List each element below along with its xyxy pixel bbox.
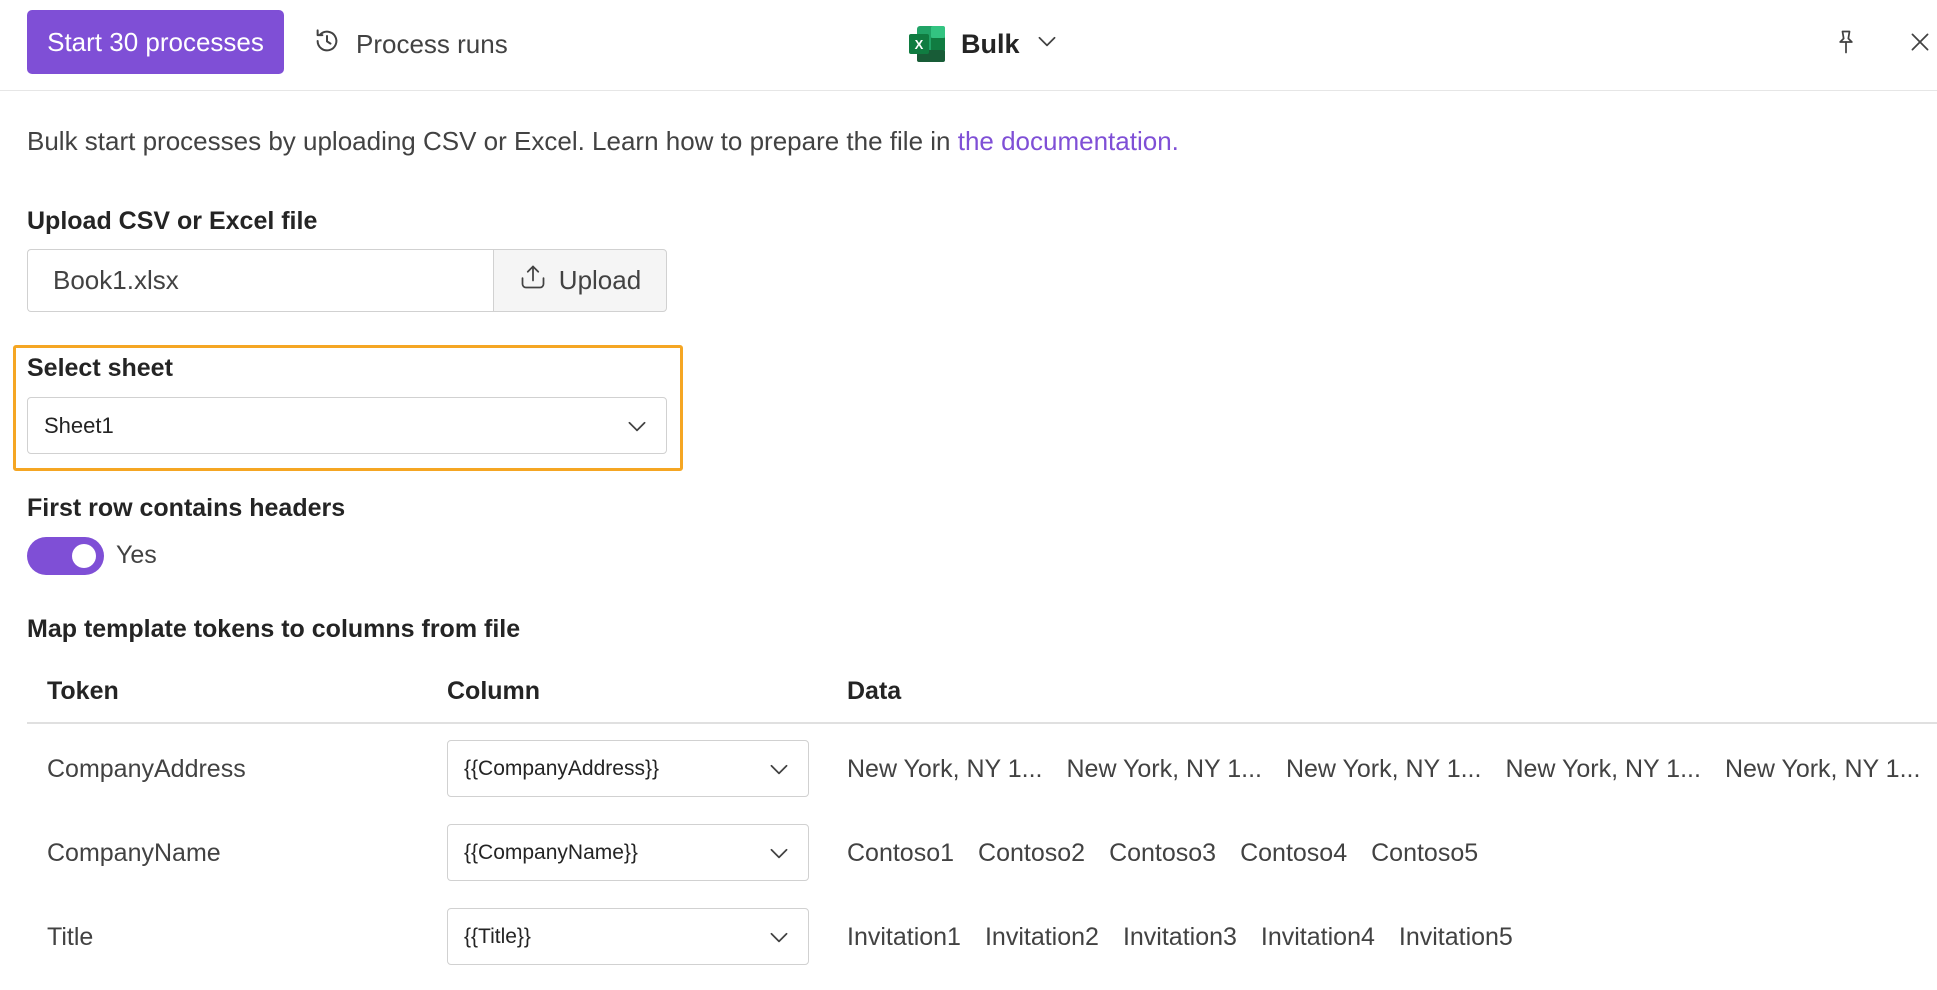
chevron-down-icon xyxy=(766,840,792,872)
token-cell: CompanyName xyxy=(47,838,221,867)
data-value: Invitation2 xyxy=(984,922,1099,951)
bulk-start-panel: Start 30 processes Process runs X Bulk B… xyxy=(0,0,1937,990)
data-value: Invitation1 xyxy=(847,922,961,951)
process-runs-link[interactable]: Process runs xyxy=(312,22,508,66)
data-value: New York, NY 1... xyxy=(1066,754,1262,783)
data-preview: Invitation1 Invitation2 Invitation3 Invi… xyxy=(847,900,1537,974)
data-value: Contoso5 xyxy=(1371,838,1479,867)
column-select-value: {{CompanyAddress}} xyxy=(464,756,659,780)
toggle-state-label: Yes xyxy=(116,541,157,569)
upload-label: Upload CSV or Excel file xyxy=(27,207,318,235)
data-value: New York, NY 1... xyxy=(1724,754,1921,783)
process-runs-label: Process runs xyxy=(356,28,508,59)
data-value: New York, NY 1... xyxy=(1505,754,1701,783)
close-button[interactable] xyxy=(1900,24,1937,64)
documentation-link[interactable]: the documentation. xyxy=(958,126,1179,156)
upload-icon xyxy=(519,263,547,298)
column-select[interactable]: {{CompanyAddress}} xyxy=(447,740,809,797)
mapping-title: Map template tokens to columns from file xyxy=(27,615,521,643)
column-header-token: Token xyxy=(47,677,119,705)
header-divider xyxy=(27,722,1937,724)
table-row: CompanyName {{CompanyName}} Contoso1 Con… xyxy=(0,816,1937,890)
data-value: New York, NY 1... xyxy=(847,754,1043,783)
token-cell: Title xyxy=(47,922,94,951)
table-row: CompanyAddress {{CompanyAddress}} New Yo… xyxy=(0,732,1937,806)
select-sheet-label: Select sheet xyxy=(27,354,173,382)
sheet-select[interactable]: Sheet1 xyxy=(27,397,667,454)
data-preview: New York, NY 1... New York, NY 1... New … xyxy=(847,732,1937,806)
data-value: Invitation5 xyxy=(1398,922,1513,951)
excel-icon: X xyxy=(907,24,947,64)
toggle-knob xyxy=(72,544,96,568)
chevron-down-icon xyxy=(766,924,792,956)
mode-dropdown[interactable]: X Bulk xyxy=(907,20,1060,68)
table-row: Title {{Title}} Invitation1 Invitation2 … xyxy=(0,900,1937,974)
mode-label: Bulk xyxy=(961,28,1020,59)
toolbar: Start 30 processes Process runs X Bulk xyxy=(0,0,1937,91)
data-value: New York, NY 1... xyxy=(1285,754,1482,783)
column-select[interactable]: {{Title}} xyxy=(447,908,809,965)
chevron-down-icon xyxy=(1034,28,1060,61)
data-value: Contoso1 xyxy=(847,838,955,867)
intro-description: Bulk start processes by uploading CSV or… xyxy=(27,126,958,156)
column-select-value: {{Title}} xyxy=(464,924,531,948)
data-value: Invitation3 xyxy=(1122,922,1237,951)
upload-button-label: Upload xyxy=(558,265,642,295)
headers-toggle-label: First row contains headers xyxy=(27,494,346,522)
pin-icon xyxy=(1832,28,1860,61)
svg-text:X: X xyxy=(915,37,924,52)
pin-button[interactable] xyxy=(1826,24,1866,64)
sheet-select-value: Sheet1 xyxy=(44,412,114,438)
data-value: Contoso2 xyxy=(978,838,1086,867)
data-value: Invitation4 xyxy=(1260,922,1375,951)
start-processes-button[interactable]: Start 30 processes xyxy=(27,10,284,74)
data-preview: Contoso1 Contoso2 Contoso3 Contoso4 Cont… xyxy=(847,816,1502,890)
column-select-value: {{CompanyName}} xyxy=(464,840,638,864)
history-icon xyxy=(312,26,342,63)
data-value: Contoso3 xyxy=(1109,838,1217,867)
intro-text: Bulk start processes by uploading CSV or… xyxy=(27,126,1179,157)
token-cell: CompanyAddress xyxy=(47,754,246,783)
chevron-down-icon xyxy=(766,756,792,788)
column-select[interactable]: {{CompanyName}} xyxy=(447,824,809,881)
headers-toggle[interactable] xyxy=(27,537,104,575)
data-value: Contoso4 xyxy=(1240,838,1348,867)
close-icon xyxy=(1907,29,1933,60)
upload-button[interactable]: Upload xyxy=(493,249,667,312)
chevron-down-icon xyxy=(624,413,650,445)
file-name-field[interactable]: Book1.xlsx xyxy=(27,249,495,312)
column-header-data: Data xyxy=(847,677,902,705)
column-header-column: Column xyxy=(447,677,541,705)
